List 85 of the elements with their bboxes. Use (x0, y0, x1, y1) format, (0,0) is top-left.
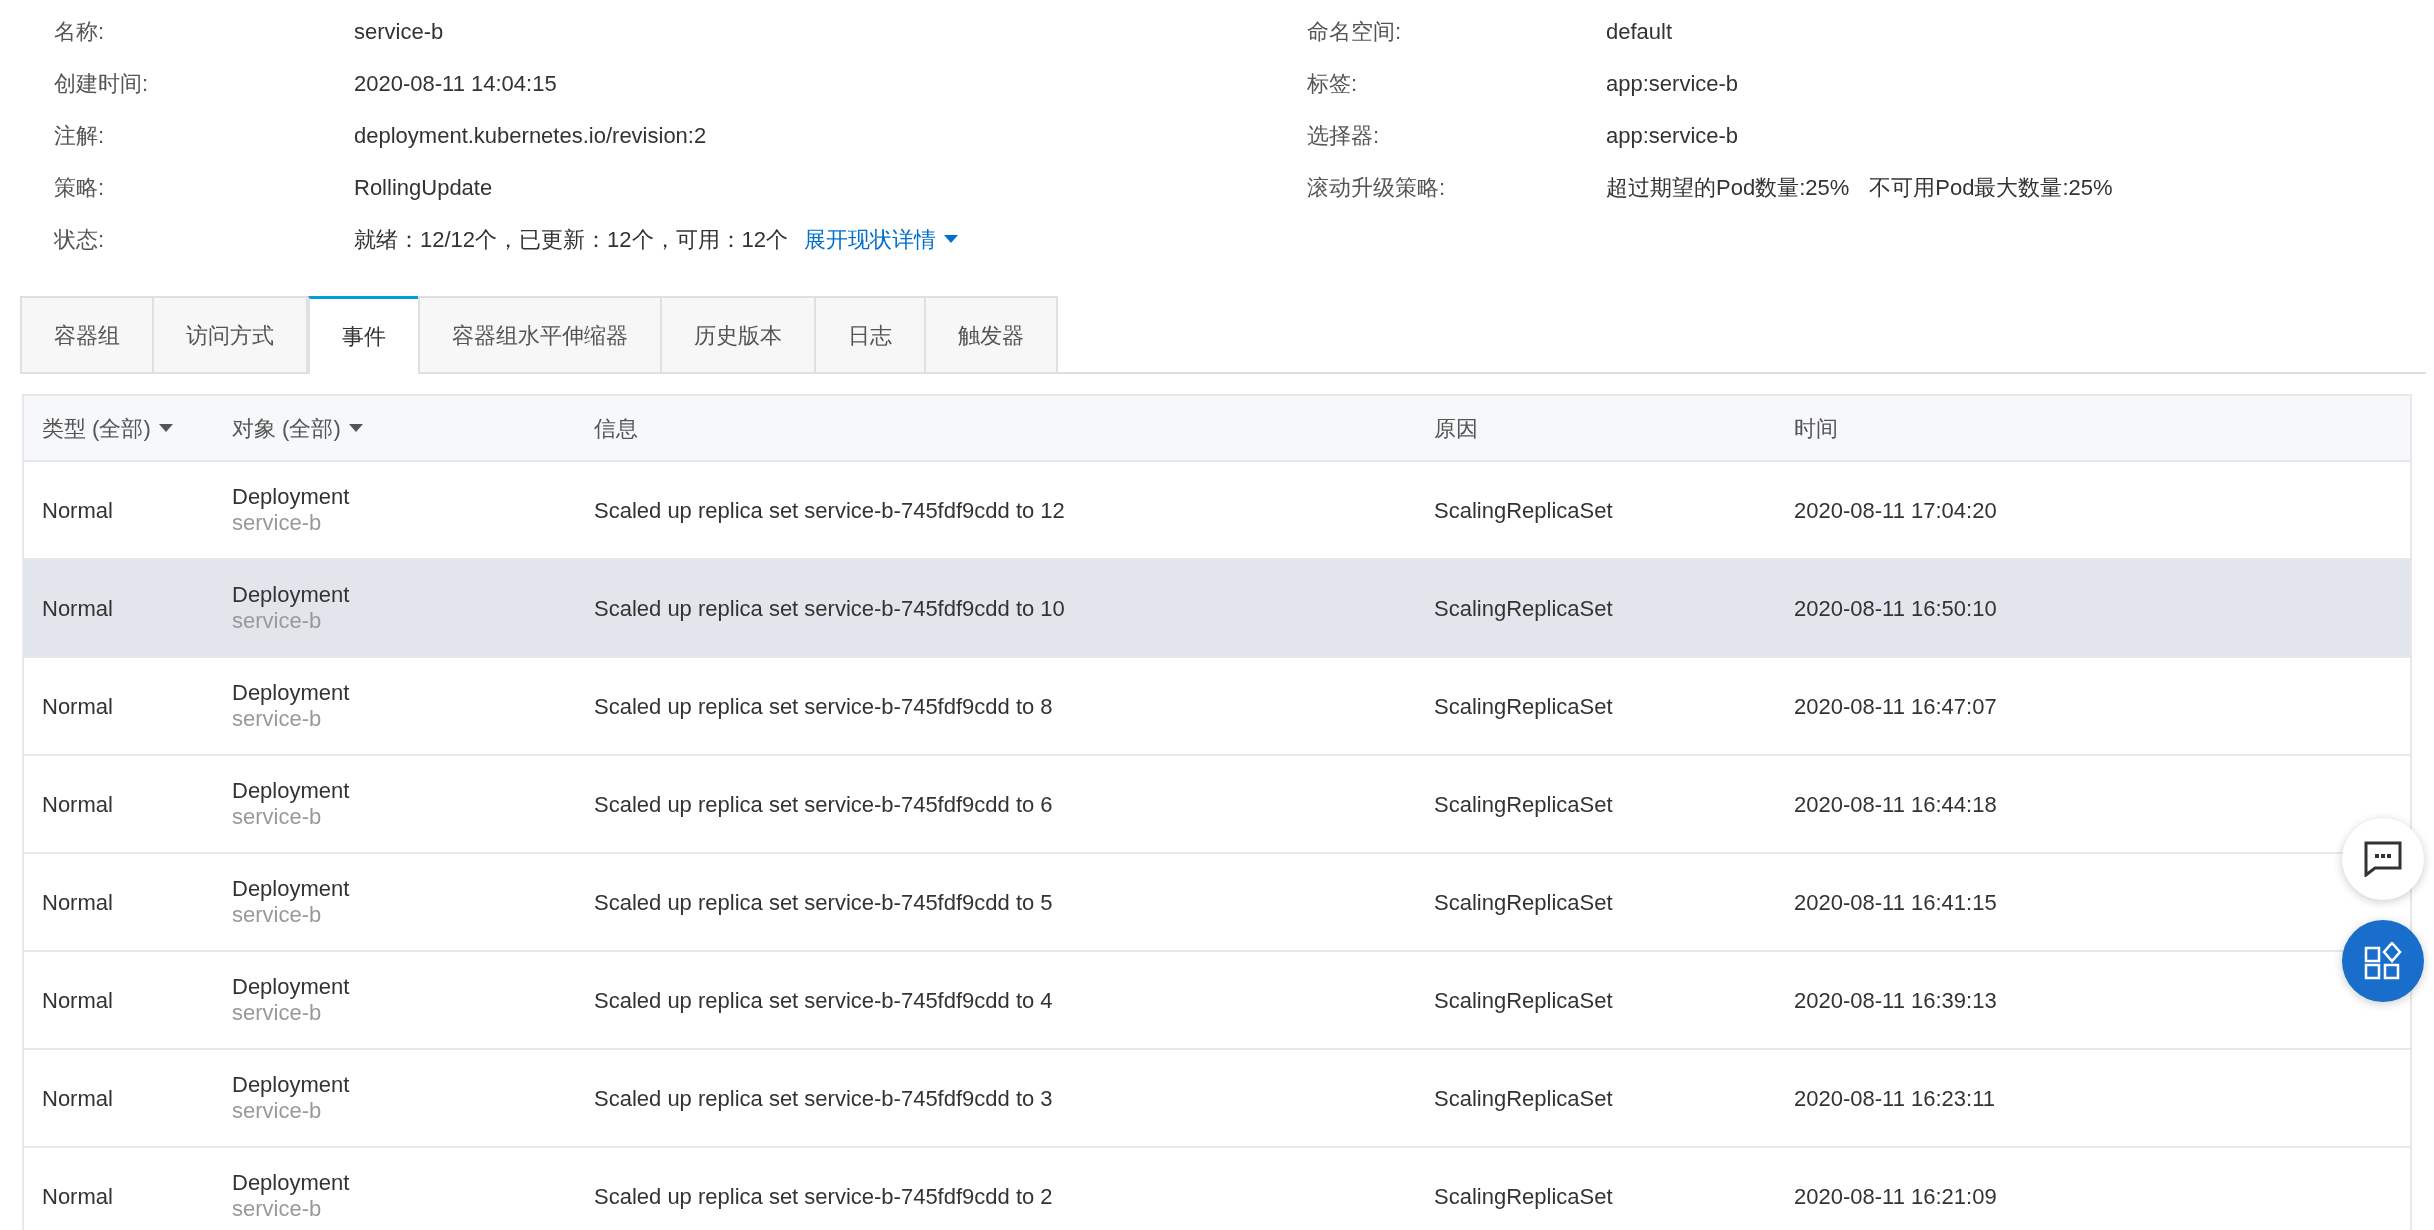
table-cell-text: Deployment (232, 974, 351, 1000)
field-value: app:service-b (1606, 121, 1739, 150)
tab[interactable]: 访问方式 (152, 296, 308, 372)
table-cell: Normal (42, 1085, 113, 1111)
table-cell: ScalingReplicaSet (1434, 595, 1613, 621)
table-cell: Scaled up replica set service-b-745fdf9cdd to 2 (594, 1183, 1053, 1209)
object-name: service-b (232, 510, 323, 536)
table-cell: 2020-08-11 16:41:15 (1794, 889, 1997, 915)
table-cell: ScalingReplicaSet (1434, 1183, 1613, 1209)
table-cell: ScalingReplicaSet (1434, 497, 1613, 523)
table-cell-text: Deployment (232, 778, 351, 804)
field-label: 选择器: (1307, 121, 1381, 150)
tab[interactable]: 历史版本 (660, 296, 816, 372)
table-cell: Scaled up replica set service-b-745fdf9cdd to 12 (594, 497, 1065, 523)
caret-icon (944, 235, 958, 243)
table-cell: 2020-08-11 16:21:09 (1794, 1183, 1997, 1209)
table-cell: 2020-08-11 17:04:20 (1794, 497, 1997, 523)
table-cell: Normal (42, 889, 113, 915)
field-label: 命名空间: (1307, 17, 1403, 46)
field-value: default (1606, 17, 1673, 46)
caret-icon (348, 424, 363, 432)
object-name: service-b (232, 1196, 323, 1222)
field-label: 策略: (54, 173, 106, 202)
table-cell: ScalingReplicaSet (1434, 791, 1613, 817)
field-value: app:service-b (1606, 69, 1739, 98)
column-header: 原因 (1434, 415, 1478, 441)
column-filter[interactable]: 对象 (全部) (232, 411, 594, 445)
table-cell: Scaled up replica set service-b-745fdf9cdd to 10 (594, 595, 1065, 621)
table-cell: ScalingReplicaSet (1434, 693, 1613, 719)
table-cell: Scaled up replica set service-b-745fdf9cdd to 8 (594, 693, 1053, 719)
field-label: 创建时间: (54, 69, 150, 98)
field-value: service-b (354, 17, 444, 46)
field-label: 标签: (1307, 69, 1359, 98)
field-value: 就绪：12/12个，已更新：12个，可用：12个 (354, 225, 788, 254)
table-cell: Scaled up replica set service-b-745fdf9cdd to 3 (594, 1085, 1053, 1111)
caret-icon (158, 424, 173, 432)
table-cell-text: Deployment (232, 876, 351, 902)
field-label: 滚动升级策略: (1307, 173, 1447, 202)
table-cell: ScalingReplicaSet (1434, 987, 1613, 1013)
tab[interactable]: 日志 (814, 296, 926, 372)
field-value: RollingUpdate (354, 173, 493, 202)
table-cell: 2020-08-11 16:23:11 (1794, 1085, 1996, 1111)
object-name: service-b (232, 706, 323, 732)
table-cell: 2020-08-11 16:47:07 (1794, 693, 1997, 719)
table-cell: ScalingReplicaSet (1434, 889, 1613, 915)
table-cell-text: Deployment (232, 484, 351, 510)
field-label: 名称: (54, 17, 106, 46)
table-cell: Normal (42, 1183, 113, 1209)
object-name: service-b (232, 804, 323, 830)
table-cell: Scaled up replica set service-b-745fdf9cdd to 6 (594, 791, 1053, 817)
field-label: 状态: (54, 225, 106, 254)
table-cell-text: Deployment (232, 1072, 351, 1098)
apps-icon (2364, 942, 2402, 980)
table-cell: Normal (42, 693, 113, 719)
table-cell: Scaled up replica set service-b-745fdf9cdd to 5 (594, 889, 1053, 915)
table-cell-text: Deployment (232, 680, 351, 706)
object-name: service-b (232, 1000, 323, 1026)
field-value: 超过期望的Pod数量:25% (1606, 173, 1850, 202)
field-value: 不可用Pod最大数量:25% (1869, 173, 2113, 202)
chat-icon (2364, 841, 2402, 877)
table-cell: Normal (42, 497, 113, 523)
expand-details-link[interactable]: 展开现状详情 (804, 222, 958, 256)
table-cell: Scaled up replica set service-b-745fdf9cdd to 4 (594, 987, 1053, 1013)
tab[interactable]: 容器组水平伸缩器 (418, 296, 662, 372)
table-cell: 2020-08-11 16:39:13 (1794, 987, 1997, 1013)
column-header: 信息 (594, 415, 638, 441)
table-cell: Normal (42, 791, 113, 817)
object-name: service-b (232, 1098, 323, 1124)
table-cell: Normal (42, 595, 113, 621)
table-cell: 2020-08-11 16:44:18 (1794, 791, 1997, 817)
field-value: deployment.kubernetes.io/revision:2 (354, 121, 707, 150)
tab[interactable]: 容器组 (20, 296, 154, 372)
table-cell: ScalingReplicaSet (1434, 1085, 1613, 1111)
column-header: 时间 (1794, 415, 1838, 441)
object-name: service-b (232, 608, 323, 634)
tab[interactable]: 事件 (308, 296, 420, 374)
tab[interactable]: 触发器 (924, 296, 1058, 372)
column-filter[interactable]: 类型 (全部) (42, 411, 232, 445)
field-value: 2020-08-11 14:04:15 (354, 69, 557, 98)
table-cell-text: Deployment (232, 582, 351, 608)
table-cell-text: Deployment (232, 1170, 351, 1196)
table-cell: 2020-08-11 16:50:10 (1794, 595, 1997, 621)
field-label: 注解: (54, 121, 106, 150)
object-name: service-b (232, 902, 323, 928)
table-cell: Normal (42, 987, 113, 1013)
